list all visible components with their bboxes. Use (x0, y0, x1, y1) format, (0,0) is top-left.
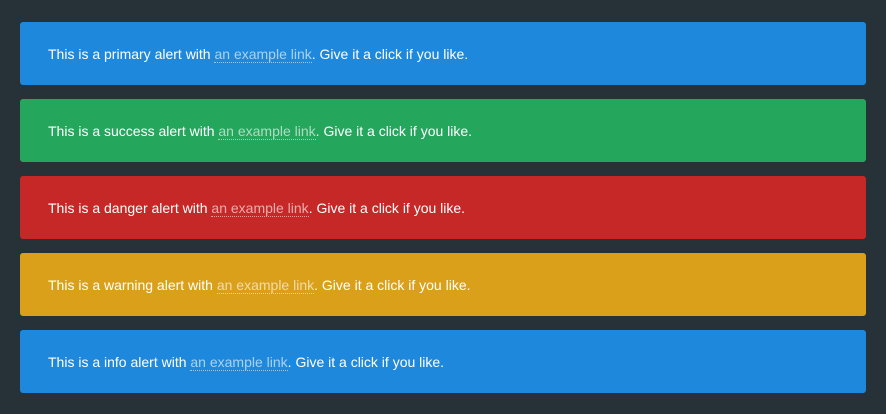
alert-text-after: . Give it a click if you like. (311, 45, 469, 62)
alert-info: This is a info alert with an example lin… (20, 330, 866, 393)
alert-text: This is a warning alert with an example … (48, 276, 471, 294)
alert-text-before: This is a info alert with (48, 353, 191, 370)
alert-danger: This is a danger alert with an example l… (20, 176, 866, 239)
alert-link[interactable]: an example link (216, 276, 315, 294)
alert-text-after: . Give it a click if you like. (314, 276, 471, 293)
alerts-list: This is a primary alert with an example … (20, 22, 866, 393)
alert-text-before: This is a warning alert with (48, 276, 217, 293)
alert-warning: This is a warning alert with an example … (20, 253, 866, 316)
alert-text: This is a danger alert with an example l… (48, 199, 465, 217)
alert-success: This is a success alert with an example … (20, 99, 866, 162)
alert-text-before: This is a success alert with (48, 122, 219, 139)
alert-text: This is a info alert with an example lin… (48, 353, 444, 371)
alert-text-before: This is a primary alert with (48, 45, 215, 62)
alert-primary: This is a primary alert with an example … (20, 22, 866, 85)
alert-link[interactable]: an example link (190, 353, 288, 371)
alert-link[interactable]: an example link (211, 199, 309, 217)
alert-text-before: This is a danger alert with (48, 199, 212, 216)
alert-link[interactable]: an example link (218, 122, 316, 140)
alert-text-after: . Give it a click if you like. (287, 353, 445, 370)
alert-link[interactable]: an example link (214, 45, 312, 63)
alert-text-after: . Give it a click if you like. (308, 199, 466, 216)
alert-text: This is a primary alert with an example … (48, 45, 468, 63)
alert-text: This is a success alert with an example … (48, 122, 472, 140)
alert-text-after: . Give it a click if you like. (315, 122, 473, 139)
